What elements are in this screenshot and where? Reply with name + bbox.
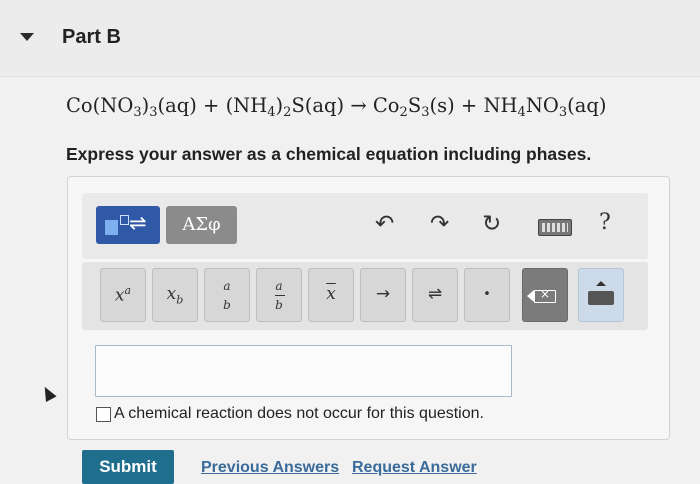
chevron-up-icon xyxy=(596,281,606,286)
virtual-keyboard-key[interactable] xyxy=(578,268,624,322)
no-reaction-label: A chemical reaction does not occur for t… xyxy=(114,405,484,422)
dot-key[interactable]: • xyxy=(464,268,510,322)
redo-icon[interactable]: ↷ xyxy=(430,209,449,239)
templates-button[interactable]: ⇌ xyxy=(96,206,160,244)
mouse-cursor-icon xyxy=(39,384,57,402)
template-box-icon xyxy=(105,220,118,235)
subscript-key[interactable]: xb xyxy=(152,268,198,322)
no-reaction-checkbox[interactable] xyxy=(96,406,111,422)
answer-input[interactable] xyxy=(95,345,512,397)
help-button[interactable]: ? xyxy=(599,210,611,235)
backspace-key[interactable] xyxy=(522,268,568,322)
keyboard-icon xyxy=(588,291,614,305)
template-superscript-box-icon xyxy=(120,215,129,225)
backspace-icon xyxy=(527,287,556,303)
divider xyxy=(0,76,700,77)
undo-icon[interactable]: ↶ xyxy=(375,209,394,239)
part-title[interactable]: Part B xyxy=(62,26,121,49)
submit-button[interactable]: Submit xyxy=(82,450,174,484)
previous-answers-link[interactable]: Previous Answers xyxy=(201,459,339,477)
fraction-bar-key[interactable]: a b xyxy=(256,268,302,322)
superscript-key[interactable]: xa xyxy=(100,268,146,322)
collapse-triangle-icon[interactable] xyxy=(20,33,34,41)
instruction-text: Express your answer as a chemical equati… xyxy=(66,144,592,164)
request-answer-link[interactable]: Request Answer xyxy=(352,459,477,477)
chemical-equation: Co(NO3)3(aq) + (NH4)2S(aq) → Co2S3(s) + … xyxy=(66,94,607,120)
keyboard-shortcuts-icon[interactable] xyxy=(538,219,572,236)
greek-symbols-button[interactable]: ΑΣφ xyxy=(166,206,237,244)
template-arrow-icon: ⇌ xyxy=(129,211,147,235)
fraction-key[interactable]: a b xyxy=(204,268,250,322)
reset-icon[interactable]: ↻ xyxy=(482,209,501,239)
equilibrium-arrow-key[interactable]: ⇌ xyxy=(412,268,458,322)
overline-key[interactable]: x xyxy=(308,268,354,322)
no-reaction-option[interactable]: A chemical reaction does not occur for t… xyxy=(96,405,484,423)
reaction-arrow-key[interactable]: → xyxy=(360,268,406,322)
